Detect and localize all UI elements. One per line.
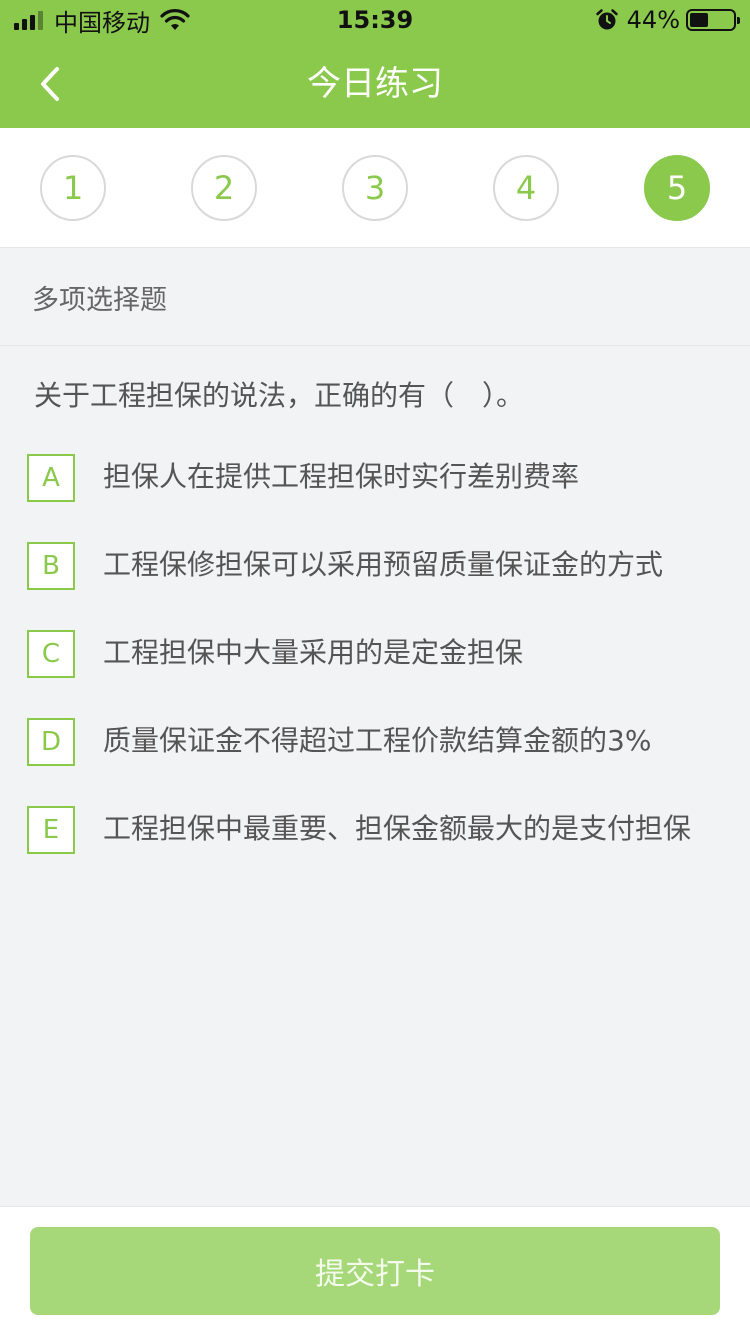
option-d[interactable]: D 质量保证金不得超过工程价款结算金额的3%: [0, 708, 750, 768]
option-text[interactable]: 工程担保中最重要、担保金额最大的是支付担保: [103, 796, 713, 856]
step-4[interactable]: 4: [493, 155, 559, 221]
step-2[interactable]: 2: [191, 155, 257, 221]
option-letter[interactable]: B: [27, 542, 75, 590]
option-letter[interactable]: A: [27, 454, 75, 502]
wifi-icon: [160, 9, 190, 30]
battery-percent: 44%: [626, 6, 680, 34]
option-b[interactable]: B 工程保修担保可以采用预留质量保证金的方式: [0, 532, 750, 592]
option-letter[interactable]: D: [27, 718, 75, 766]
nav-bar: 今日练习: [0, 40, 750, 128]
options-list: A 担保人在提供工程担保时实行差别费率 B 工程保修担保可以采用预留质量保证金的…: [0, 444, 750, 884]
battery-icon: [686, 9, 740, 31]
step-5[interactable]: 5: [644, 155, 710, 221]
back-button[interactable]: [20, 54, 80, 114]
option-text[interactable]: 质量保证金不得超过工程价款结算金额的3%: [103, 708, 713, 768]
option-text[interactable]: 工程保修担保可以采用预留质量保证金的方式: [103, 532, 713, 592]
option-text[interactable]: 担保人在提供工程担保时实行差别费率: [103, 444, 713, 504]
chevron-left-icon: [41, 67, 59, 101]
alarm-icon: [595, 9, 618, 30]
question-stepper: 1 2 3 4 5: [0, 128, 750, 248]
page-title: 今日练习: [307, 64, 443, 104]
step-3[interactable]: 3: [342, 155, 408, 221]
step-1[interactable]: 1: [40, 155, 106, 221]
status-left: 中国移动: [14, 0, 190, 40]
option-letter[interactable]: C: [27, 630, 75, 678]
option-c[interactable]: C 工程担保中大量采用的是定金担保: [0, 620, 750, 680]
battery-fill: [690, 13, 709, 27]
option-text[interactable]: 工程担保中大量采用的是定金担保: [103, 620, 713, 680]
option-a[interactable]: A 担保人在提供工程担保时实行差别费率: [0, 444, 750, 504]
option-e[interactable]: E 工程担保中最重要、担保金额最大的是支付担保: [0, 796, 750, 856]
status-bar: 中国移动 15:39 44%: [0, 0, 750, 40]
footer-bar: 提交打卡: [0, 1206, 750, 1334]
carrier-name: 中国移动: [54, 8, 150, 37]
question-type-label: 多项选择题: [32, 285, 167, 316]
question-type-bar: 多项选择题: [0, 248, 750, 346]
status-right: 44%: [595, 0, 740, 40]
signal-icon: [14, 10, 46, 30]
question-text: 关于工程担保的说法，正确的有（ ）。: [34, 379, 525, 412]
submit-checkin-button[interactable]: 提交打卡: [30, 1227, 720, 1315]
option-letter[interactable]: E: [27, 806, 75, 854]
